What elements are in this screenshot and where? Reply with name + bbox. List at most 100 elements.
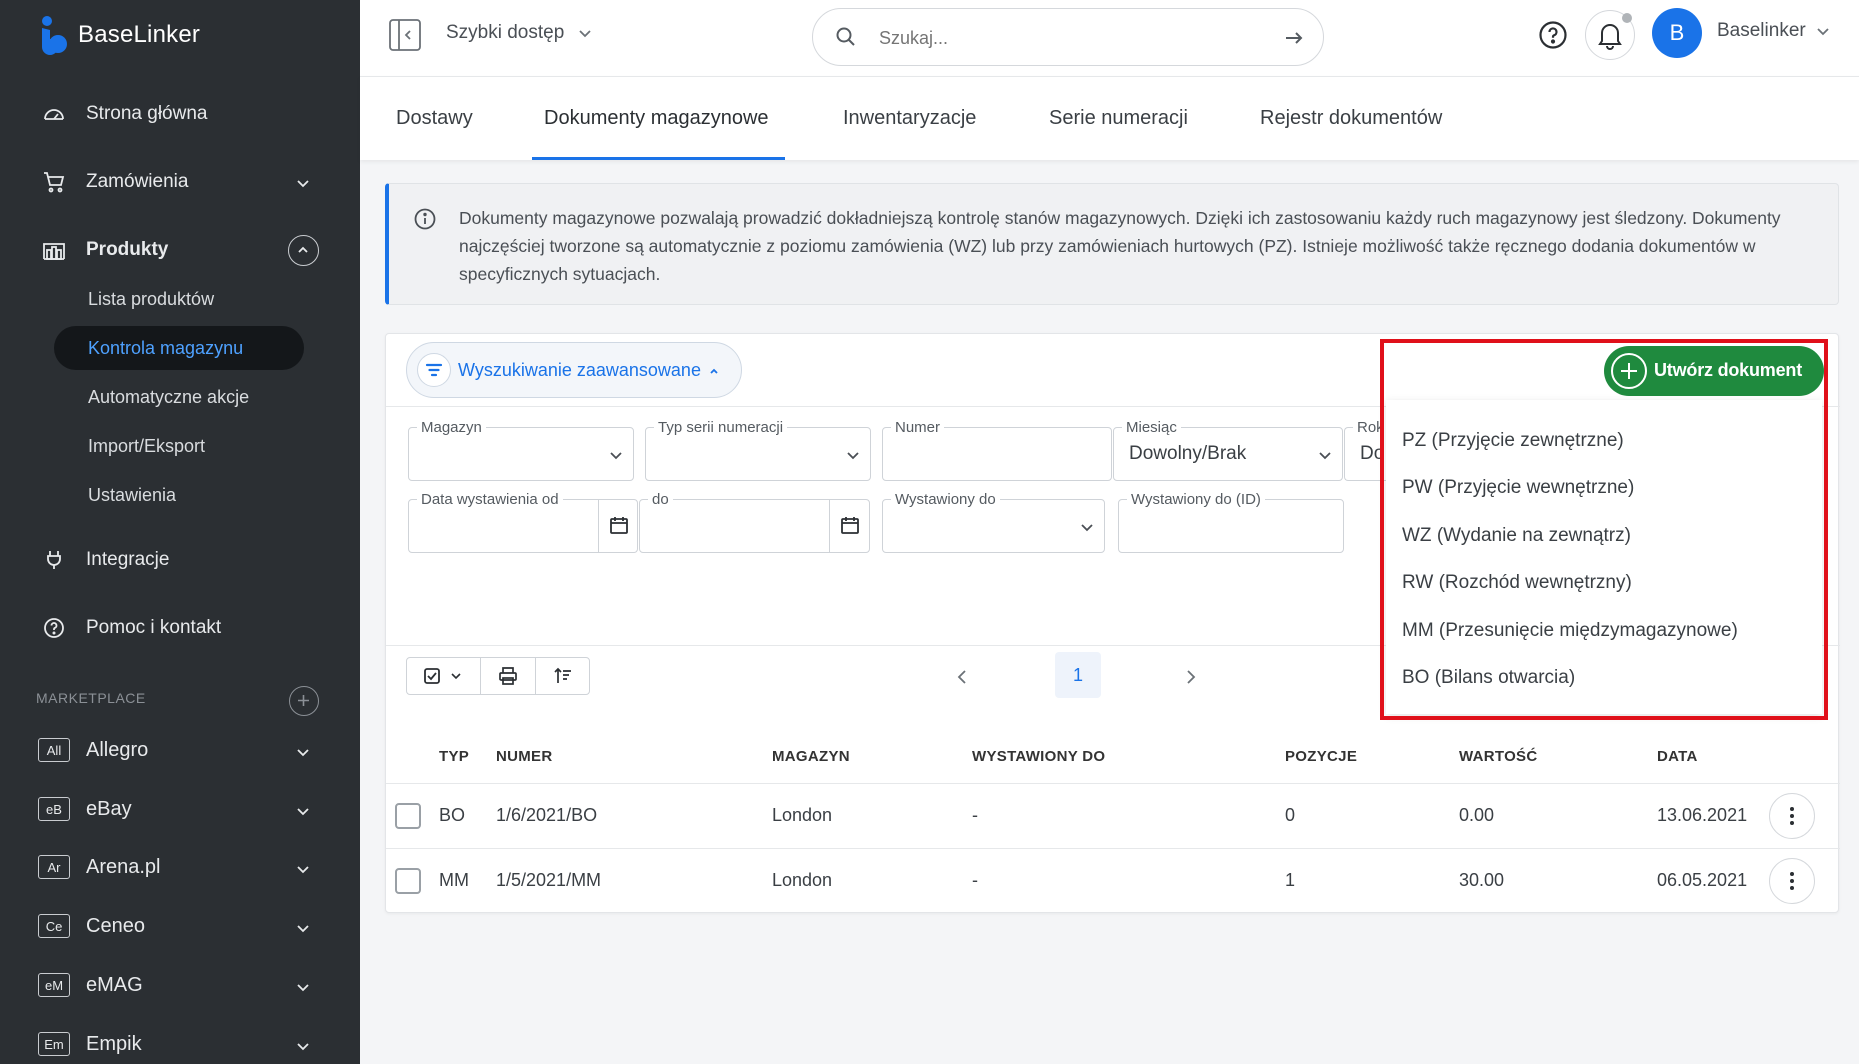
sidebar-item-products[interactable]: Produkty <box>0 226 360 274</box>
arrow-right-icon[interactable] <box>1283 27 1305 49</box>
cell-wartosc: 30.00 <box>1459 870 1505 890</box>
data-od-label: Data wystawienia od <box>417 491 563 508</box>
advanced-search-button[interactable]: Wyszukiwanie zaawansowane <box>406 342 742 398</box>
calendar-button[interactable] <box>829 499 869 553</box>
typ-serii-label: Typ serii numeracji <box>654 419 788 436</box>
search-input[interactable] <box>879 23 1239 53</box>
marketplace-ceneo[interactable]: Ce Ceneo <box>0 905 360 949</box>
chevron-down-icon <box>297 808 309 816</box>
next-page-button[interactable] <box>1179 665 1203 689</box>
miesiac-value: Dowolny/Brak <box>1129 443 1247 464</box>
tabs-bar: Dostawy Dokumenty magazynowe Inwentaryza… <box>360 76 1859 160</box>
row-actions-button[interactable] <box>1769 858 1815 904</box>
chevron-down-icon <box>847 452 859 460</box>
cell-wystawiony: - <box>972 870 978 890</box>
more-vertical-icon <box>1790 872 1794 890</box>
tab-rejestr-dokumentow[interactable]: Rejestr dokumentów <box>1260 107 1442 130</box>
user-name: Baselinker <box>1717 20 1806 41</box>
calendar-button[interactable] <box>598 499 638 553</box>
plug-icon <box>47 551 61 569</box>
sidebar-sub-settings[interactable]: Ustawienia <box>54 473 304 517</box>
top-bar: Szybki dostęp B Baselinker <box>360 0 1859 76</box>
chevron-down-icon <box>297 925 309 933</box>
sidebar-item-label: Zamówienia <box>86 171 189 192</box>
column-header-numer[interactable]: NUMER <box>496 748 553 765</box>
marketplace-allegro[interactable]: All Allegro <box>0 729 360 773</box>
sort-button[interactable] <box>536 658 590 694</box>
column-header-data[interactable]: DATA <box>1657 748 1698 765</box>
user-menu[interactable]: Baselinker <box>1717 20 1832 42</box>
sidebar-item-home[interactable]: Strona główna <box>0 90 360 138</box>
data-do-input[interactable] <box>639 499 870 553</box>
active-tab-indicator <box>532 157 785 160</box>
tab-inwentaryzacje[interactable]: Inwentaryzacje <box>843 107 976 130</box>
tab-serie-numeracji[interactable]: Serie numeracji <box>1049 107 1188 130</box>
marketplace-ebay[interactable]: eB eBay <box>0 788 360 832</box>
sidebar-sub-import-export[interactable]: Import/Eksport <box>54 424 304 468</box>
cell-numer: 1/5/2021/MM <box>496 870 602 890</box>
marketplace-label: eBay <box>86 798 132 820</box>
tab-dokumenty-magazynowe[interactable]: Dokumenty magazynowe <box>544 107 769 130</box>
chevron-down-icon <box>1817 28 1829 36</box>
marketplace-label: Allegro <box>86 739 149 761</box>
row-checkbox[interactable] <box>395 868 421 894</box>
help-button[interactable] <box>1538 20 1568 50</box>
baselinker-logo-icon <box>42 16 67 55</box>
help-icon <box>44 618 64 638</box>
chevron-up-icon <box>298 246 308 253</box>
marketplace-empik[interactable]: Em Empik <box>0 1023 360 1064</box>
question-icon <box>1539 21 1567 49</box>
tab-dostawy[interactable]: Dostawy <box>396 107 473 130</box>
add-marketplace-button[interactable] <box>289 686 319 716</box>
quick-access-menu[interactable]: Szybki dostęp <box>446 22 594 44</box>
sidebar-sub-automatic-actions[interactable]: Automatyczne akcje <box>54 375 304 419</box>
cell-pozycje: 1 <box>1285 870 1296 890</box>
highlight-annotation-box <box>1380 339 1828 720</box>
sidebar-item-label: Integracje <box>86 549 170 570</box>
toggle-sidebar-button[interactable] <box>388 18 422 52</box>
sidebar-item-orders[interactable]: Zamówienia <box>0 158 360 206</box>
chevron-down-icon <box>1319 452 1331 460</box>
row-checkbox[interactable] <box>395 803 421 829</box>
collapse-button[interactable] <box>288 235 319 266</box>
marketplace-label: Empik <box>86 1033 142 1055</box>
quick-access-label: Szybki dostęp <box>446 22 565 43</box>
info-box: Dokumenty magazynowe pozwalają prowadzić… <box>385 183 1839 305</box>
chevron-down-icon <box>451 673 461 680</box>
sidebar: BaseLinker Strona główna Zamówienia Prod… <box>0 0 360 1064</box>
filter-icon <box>425 363 443 377</box>
cell-numer: 1/6/2021/BO <box>496 805 598 825</box>
select-menu-button[interactable] <box>407 658 481 694</box>
column-header-typ[interactable]: TYP <box>439 748 469 765</box>
cell-data: 13.06.2021 <box>1657 805 1748 825</box>
table-toolbar <box>406 657 590 695</box>
column-header-wystawiony-do[interactable]: WYSTAWIONY DO <box>972 748 1105 765</box>
avatar[interactable]: B <box>1652 8 1702 58</box>
table-row[interactable]: MM 1/5/2021/MM London - 1 30.00 06.05.20… <box>386 849 1840 913</box>
marketplace-arena[interactable]: Ar Arena.pl <box>0 846 360 890</box>
column-header-wartosc[interactable]: WARTOŚĆ <box>1459 748 1538 765</box>
print-button[interactable] <box>481 658 536 694</box>
logo[interactable]: BaseLinker <box>36 14 200 56</box>
marketplace-badge: Em <box>38 1032 70 1056</box>
sidebar-item-integrations[interactable]: Integracje <box>0 536 360 584</box>
column-header-magazyn[interactable]: MAGAZYN <box>772 748 850 765</box>
info-text: Dokumenty magazynowe pozwalają prowadzić… <box>459 208 1781 284</box>
row-actions-button[interactable] <box>1769 793 1815 839</box>
sidebar-sub-stock-control[interactable]: Kontrola magazynu <box>54 326 304 370</box>
marketplace-emag[interactable]: eM eMAG <box>0 964 360 1008</box>
page-1-button[interactable]: 1 <box>1055 652 1101 698</box>
cell-wystawiony: - <box>972 805 978 825</box>
filter-icon-wrap <box>417 353 451 387</box>
sidebar-item-help[interactable]: Pomoc i kontakt <box>0 604 360 652</box>
notifications-button[interactable] <box>1585 10 1635 60</box>
info-icon <box>414 208 436 230</box>
chevron-left-icon <box>957 670 966 684</box>
prev-page-button[interactable] <box>950 665 974 689</box>
sidebar-sub-product-list[interactable]: Lista produktów <box>54 277 304 321</box>
table-row[interactable]: BO 1/6/2021/BO London - 0 0.00 13.06.202… <box>386 784 1840 848</box>
column-header-pozycje[interactable]: POZYCJE <box>1285 748 1357 765</box>
cell-data: 06.05.2021 <box>1657 870 1748 890</box>
chevron-up-icon <box>710 368 718 374</box>
more-vertical-icon <box>1790 807 1794 825</box>
